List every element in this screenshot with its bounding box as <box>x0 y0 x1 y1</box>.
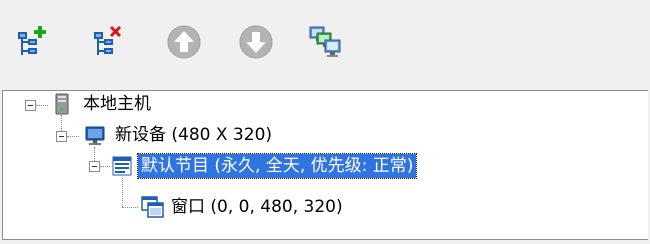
toolbar <box>0 0 650 90</box>
tree-node-label-device[interactable]: 新设备 (480 X 320) <box>115 123 272 147</box>
collapse-toggle[interactable] <box>25 100 36 111</box>
arrow-down-icon <box>238 24 274 60</box>
move-up-button[interactable] <box>164 22 204 62</box>
device-tree[interactable]: 本地主机 新设备 (480 X 320) 默认节目 (永久, 全天, 优先级: … <box>2 90 648 240</box>
tree-connector <box>122 207 138 208</box>
tree-node-label-window[interactable]: 窗口 (0, 0, 480, 320) <box>171 195 343 219</box>
server-icon <box>53 93 71 119</box>
arrow-up-icon <box>166 24 202 60</box>
tree-connector <box>122 178 123 207</box>
collapse-toggle[interactable] <box>89 161 100 172</box>
add-node-button[interactable] <box>12 22 52 62</box>
tree-connector <box>61 115 62 131</box>
network-computers-icon <box>307 23 345 61</box>
tree-delete-icon <box>90 24 126 60</box>
collapse-toggle[interactable] <box>56 131 67 142</box>
window-icon <box>141 195 165 223</box>
tree-connector <box>94 147 95 161</box>
tree-connector <box>100 166 110 167</box>
tree-connector <box>67 136 79 137</box>
tree-node-label-program[interactable]: 默认节目 (永久, 全天, 优先级: 正常) <box>136 153 418 179</box>
move-down-button[interactable] <box>236 22 276 62</box>
tree-connector <box>36 105 48 106</box>
tree-node-label-host[interactable]: 本地主机 <box>83 92 151 116</box>
tree-add-icon <box>14 24 50 60</box>
delete-node-button[interactable] <box>88 22 128 62</box>
network-button[interactable] <box>306 22 346 62</box>
monitor-icon <box>83 124 107 152</box>
